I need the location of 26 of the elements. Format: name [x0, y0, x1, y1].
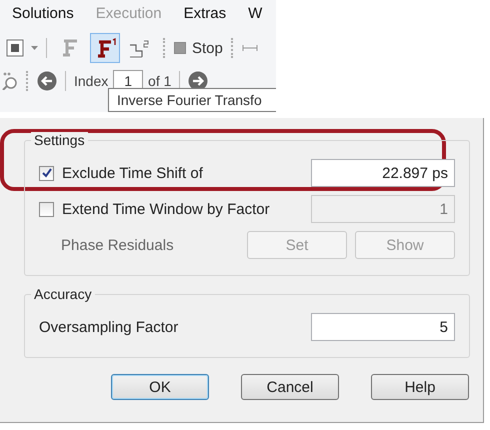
- input-field[interactable]: 22.897 ps: [311, 159, 455, 187]
- stop-square-icon: [174, 42, 186, 54]
- search-icon[interactable]: [2, 72, 18, 90]
- dialog-button[interactable]: Help: [371, 374, 469, 400]
- ruler-arrow-icon[interactable]: [242, 44, 258, 52]
- check-icon: [42, 168, 52, 178]
- input-field[interactable]: 5: [311, 313, 455, 341]
- checkbox-label: Exclude Time Shift of: [62, 164, 204, 182]
- dialog-button[interactable]: Cancel: [241, 374, 339, 400]
- of-label: of 1: [148, 73, 172, 89]
- stop-square-icon[interactable]: [6, 39, 24, 57]
- field-label: Phase Residuals: [61, 236, 175, 254]
- tool-button[interactable]: [90, 33, 120, 63]
- menu-item[interactable]: W: [248, 5, 262, 31]
- field-label: Oversampling Factor: [39, 318, 180, 336]
- menu-item[interactable]: Extras: [184, 5, 226, 31]
- group-title: Accuracy: [31, 286, 95, 302]
- checkbox[interactable]: [39, 166, 54, 180]
- menu-item[interactable]: Solutions: [12, 5, 74, 31]
- dialog-button[interactable]: OK: [111, 374, 209, 400]
- checkbox-label: Extend Time Window by Factor: [62, 200, 271, 218]
- stop-button[interactable]: Stop: [174, 40, 223, 56]
- tooltip: Inverse Fourier Transfo: [108, 88, 276, 112]
- group-title: Settings: [31, 132, 88, 148]
- caret-icon[interactable]: [31, 46, 38, 50]
- index-label: Index: [74, 73, 108, 89]
